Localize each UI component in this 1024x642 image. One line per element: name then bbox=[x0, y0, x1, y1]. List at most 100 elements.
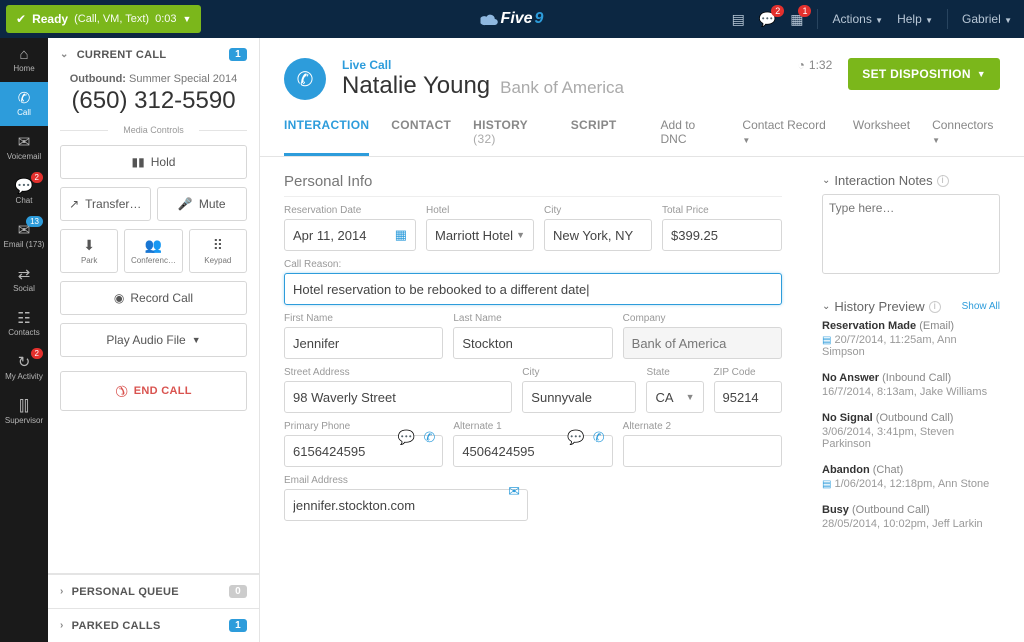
sms-icon[interactable]: 💬 bbox=[567, 429, 584, 446]
history-item[interactable]: Reservation Made (Email) ▤20/7/2014, 11:… bbox=[822, 320, 1000, 358]
notes-textarea[interactable] bbox=[822, 194, 1000, 274]
call-timer: ◔1:32 bbox=[798, 58, 833, 72]
tabs: INTERACTION CONTACT HISTORY (32) SCRIPT … bbox=[260, 100, 1024, 157]
sidebar-item-home[interactable]: ⌂Home bbox=[0, 38, 48, 82]
calendar-icon[interactable]: ▦1 bbox=[790, 11, 803, 28]
section-personal-info: Personal Info bbox=[284, 173, 782, 197]
history-preview-title: ⌄History Previewi Show All bbox=[822, 299, 1000, 314]
show-all-link[interactable]: Show All bbox=[962, 301, 1000, 312]
phone-icon: ✆ bbox=[18, 91, 31, 106]
chevron-down-icon: ▼ bbox=[977, 69, 986, 79]
pause-icon: ▮▮ bbox=[132, 155, 145, 169]
conference-button[interactable]: 👥Conferenc… bbox=[124, 229, 182, 273]
alt2-phone-input[interactable] bbox=[623, 435, 782, 467]
parked-calls-count: 1 bbox=[229, 619, 247, 632]
play-audio-button[interactable]: Play Audio File▼ bbox=[60, 323, 247, 357]
chevron-down-icon: ▼ bbox=[686, 392, 695, 402]
hotel-select[interactable]: Marriott Hotel▼ bbox=[426, 219, 534, 251]
chevron-down-icon: ▼ bbox=[183, 14, 192, 24]
check-icon: ✔ bbox=[16, 12, 26, 26]
keypad-icon: ⠿ bbox=[213, 237, 223, 254]
sidebar-item-supervisor[interactable]: ⫿⫿Supervisor bbox=[0, 390, 48, 434]
tab-contact[interactable]: CONTACT bbox=[391, 118, 451, 156]
sidebar-item-chat[interactable]: 2💬Chat bbox=[0, 170, 48, 214]
chevron-down-icon: ⌄ bbox=[60, 49, 69, 60]
contacts-icon: ☷ bbox=[17, 311, 30, 326]
last-name-input[interactable] bbox=[453, 327, 612, 359]
sidebar-item-activity[interactable]: 2↻My Activity bbox=[0, 346, 48, 390]
first-name-input[interactable] bbox=[284, 327, 443, 359]
alt1-phone-input[interactable] bbox=[453, 435, 612, 467]
call-icon[interactable]: ✆ bbox=[424, 429, 436, 446]
activity-icon: ↻ bbox=[18, 355, 31, 370]
call-reason-input[interactable] bbox=[284, 273, 782, 305]
link-add-dnc[interactable]: Add to DNC bbox=[661, 118, 721, 156]
menu-help[interactable]: Help ▼ bbox=[897, 12, 933, 26]
personal-queue-header[interactable]: › PERSONAL QUEUE 0 bbox=[48, 575, 259, 608]
sidebar-item-social[interactable]: ⇄Social bbox=[0, 258, 48, 302]
parked-calls-header[interactable]: › PARKED CALLS 1 bbox=[48, 608, 259, 642]
total-price-input[interactable] bbox=[662, 219, 782, 251]
sidebar-item-call[interactable]: ✆Call bbox=[0, 82, 48, 126]
clock-icon: ◔ bbox=[798, 58, 805, 72]
conference-icon: 👥 bbox=[145, 237, 162, 254]
end-call-button[interactable]: ✆END CALL bbox=[60, 371, 247, 411]
email-input[interactable] bbox=[284, 489, 528, 521]
menu-user[interactable]: Gabriel ▼ bbox=[962, 12, 1012, 26]
primary-phone-input[interactable] bbox=[284, 435, 443, 467]
addr-city-input[interactable] bbox=[522, 381, 636, 413]
history-item[interactable]: No Answer (Inbound Call) 16/7/2014, 8:13… bbox=[822, 372, 1000, 398]
link-contact-record[interactable]: Contact Record ▼ bbox=[742, 118, 831, 156]
history-list: Reservation Made (Email) ▤20/7/2014, 11:… bbox=[822, 320, 1000, 530]
history-item[interactable]: Busy (Outbound Call) 28/05/2014, 10:02pm… bbox=[822, 504, 1000, 530]
tab-script[interactable]: SCRIPT bbox=[571, 118, 617, 156]
contact-company: Bank of America bbox=[500, 78, 624, 98]
record-button[interactable]: ◉Record Call bbox=[60, 281, 247, 315]
book-icon[interactable]: ▤ bbox=[732, 11, 745, 28]
media-controls-label: Media Controls bbox=[60, 125, 247, 135]
calendar-icon: ▦ bbox=[395, 227, 407, 243]
street-input[interactable] bbox=[284, 381, 512, 413]
cloud-icon bbox=[481, 10, 499, 28]
email-icon[interactable]: ✉ bbox=[508, 483, 520, 500]
mute-icon: 🎤 bbox=[178, 197, 193, 211]
call-icon[interactable]: ✆ bbox=[593, 429, 605, 446]
reservation-date-input[interactable]: Apr 11, 2014▦ bbox=[284, 219, 416, 251]
doc-icon: ▤ bbox=[822, 335, 831, 346]
history-item[interactable]: Abandon (Chat) ▤1/06/2014, 12:18pm, Ann … bbox=[822, 464, 1000, 490]
hold-button[interactable]: ▮▮Hold bbox=[60, 145, 247, 179]
sms-icon[interactable]: 💬 bbox=[398, 429, 415, 446]
sidebar-item-contacts[interactable]: ☷Contacts bbox=[0, 302, 48, 346]
history-item[interactable]: No Signal (Outbound Call) 3/06/2014, 3:4… bbox=[822, 412, 1000, 450]
park-icon: ⬇ bbox=[83, 237, 95, 254]
sidebar-item-email[interactable]: 13✉Email (173) bbox=[0, 214, 48, 258]
avatar: ✆ bbox=[284, 58, 326, 100]
menu-actions[interactable]: Actions ▼ bbox=[832, 12, 883, 26]
city-input[interactable] bbox=[544, 219, 652, 251]
park-button[interactable]: ⬇Park bbox=[60, 229, 118, 273]
state-select[interactable]: CA▼ bbox=[646, 381, 703, 413]
current-call-header[interactable]: ⌄ CURRENT CALL 1 bbox=[48, 38, 259, 71]
chat-icon[interactable]: 💬2 bbox=[759, 11, 776, 28]
phone-icon: ✆ bbox=[297, 67, 314, 92]
logo: Five9 bbox=[481, 10, 544, 28]
topbar: ✔ Ready (Call, VM, Text) 0:03 ▼ Five9 ▤ … bbox=[0, 0, 1024, 38]
tab-interaction[interactable]: INTERACTION bbox=[284, 118, 369, 156]
zip-input[interactable] bbox=[714, 381, 782, 413]
tab-history[interactable]: HISTORY (32) bbox=[473, 118, 549, 156]
form: Personal Info Reservation Date Apr 11, 2… bbox=[284, 173, 782, 626]
mute-button[interactable]: 🎤Mute bbox=[157, 187, 248, 221]
status-timer: 0:03 bbox=[155, 13, 176, 25]
agent-status-pill[interactable]: ✔ Ready (Call, VM, Text) 0:03 ▼ bbox=[6, 5, 201, 33]
campaign-line: Outbound: Summer Special 2014 bbox=[60, 73, 247, 85]
record-icon: ◉ bbox=[114, 291, 124, 305]
set-disposition-button[interactable]: SET DISPOSITION▼ bbox=[848, 58, 1000, 90]
transfer-button[interactable]: ↗Transfer… bbox=[60, 187, 151, 221]
link-connectors[interactable]: Connectors ▼ bbox=[932, 118, 1000, 156]
keypad-button[interactable]: ⠿Keypad bbox=[189, 229, 247, 273]
status-modes: (Call, VM, Text) bbox=[74, 13, 149, 25]
status-text: Ready bbox=[32, 12, 68, 26]
sidebar-item-voicemail[interactable]: ✉Voicemail bbox=[0, 126, 48, 170]
link-worksheet[interactable]: Worksheet bbox=[853, 118, 910, 156]
home-icon: ⌂ bbox=[19, 47, 28, 62]
